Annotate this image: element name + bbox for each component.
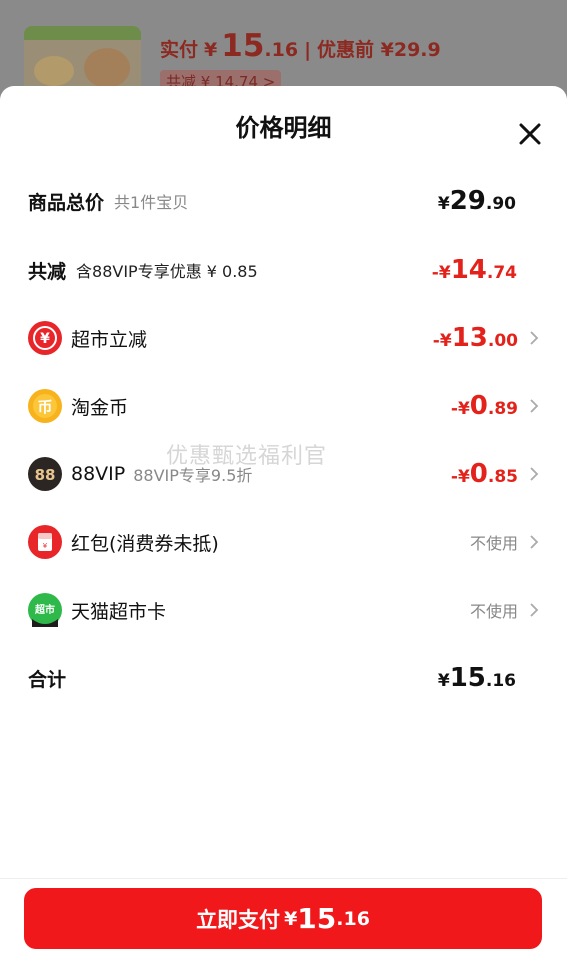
taojinbi-coin-icon: 币	[28, 389, 62, 423]
paid-label: 实付	[160, 39, 199, 61]
pay-now-button[interactable]: 立即支付 ¥ 15 .16	[24, 888, 542, 949]
paid-integer: 15	[221, 28, 265, 64]
supermarket-discount-amount: -¥ 13.00	[432, 323, 518, 353]
chevron-right-icon	[528, 533, 540, 551]
paid-decimal: .16	[264, 39, 299, 61]
sheet-title: 价格明细	[235, 114, 332, 142]
svg-text:88: 88	[35, 466, 56, 484]
red-packet-label: 红包(消费券未抵)	[71, 532, 219, 555]
row-supermarket-discount[interactable]: ¥ 超市立减 -¥ 13.00	[28, 318, 540, 358]
88vip-label: 88VIP	[71, 463, 126, 485]
svg-text:超市: 超市	[34, 603, 55, 616]
sum-label: 合计	[28, 668, 67, 691]
pay-button-currency: ¥	[284, 907, 298, 930]
tmall-card-icon: 超市	[28, 593, 62, 627]
before-discount-price: 优惠前 ¥29.9	[317, 39, 441, 61]
row-sum: 合计 ¥15.16	[28, 658, 540, 698]
tmall-card-status: 不使用	[469, 602, 518, 621]
row-tmall-supermarket-card[interactable]: 超市 天猫超市卡 不使用	[28, 590, 540, 630]
supermarket-discount-label: 超市立减	[71, 328, 148, 351]
yuan-coin-icon: ¥	[28, 321, 62, 355]
pay-button-decimal: .16	[336, 907, 370, 930]
reduction-label: 共减	[28, 260, 67, 283]
row-total-reduction: 共减 含88VIP专享优惠 ¥ 0.85 -¥ 14.74	[28, 250, 540, 290]
pay-button-integer: 15	[297, 902, 337, 935]
chevron-right-icon	[528, 397, 540, 415]
row-taojinbi[interactable]: 币 淘金币 -¥ 0.89	[28, 386, 540, 426]
row-total-price: 商品总价 共1件宝贝 ¥29.90	[28, 181, 540, 221]
reduction-amount: -¥ 14.74	[431, 255, 517, 285]
background-price-line: 实付 ¥ 15 .16 | 优惠前 ¥29.9	[160, 28, 441, 64]
paid-currency: ¥	[204, 39, 218, 61]
price-detail-sheet: 价格明细 商品总价 共1件宝贝 ¥29.90 共减 含88VIP专享优惠 ¥ 0…	[0, 86, 567, 972]
chevron-right-icon	[528, 601, 540, 619]
red-packet-icon: ¥	[28, 525, 62, 559]
svg-text:¥: ¥	[40, 331, 50, 347]
chevron-right-icon	[528, 329, 540, 347]
item-count: 共1件宝贝	[114, 193, 189, 212]
reduction-note: 含88VIP专享优惠 ¥ 0.85	[76, 262, 258, 281]
sum-amount: ¥15.16	[437, 663, 516, 693]
watermark-text: 优惠甄选福利官	[166, 444, 328, 469]
88vip-amount: -¥ 0.85	[450, 459, 518, 489]
svg-text:币: 币	[37, 398, 52, 416]
close-button[interactable]	[516, 120, 544, 148]
total-price-label: 商品总价	[28, 191, 105, 214]
footer-divider	[0, 878, 567, 879]
close-icon	[519, 123, 541, 145]
tmall-card-label: 天猫超市卡	[71, 600, 167, 623]
red-packet-status: 不使用	[469, 534, 518, 553]
taojinbi-amount: -¥ 0.89	[450, 391, 518, 421]
svg-text:¥: ¥	[43, 542, 48, 550]
total-price-amount: ¥29.90	[437, 186, 516, 216]
chevron-right-icon	[528, 465, 540, 483]
row-red-packet[interactable]: ¥ 红包(消费券未抵) 不使用	[28, 522, 540, 562]
88vip-badge-icon: 88	[28, 457, 62, 491]
pay-button-label: 立即支付	[196, 907, 281, 932]
taojinbi-label: 淘金币	[71, 396, 129, 419]
price-separator: |	[304, 39, 312, 61]
